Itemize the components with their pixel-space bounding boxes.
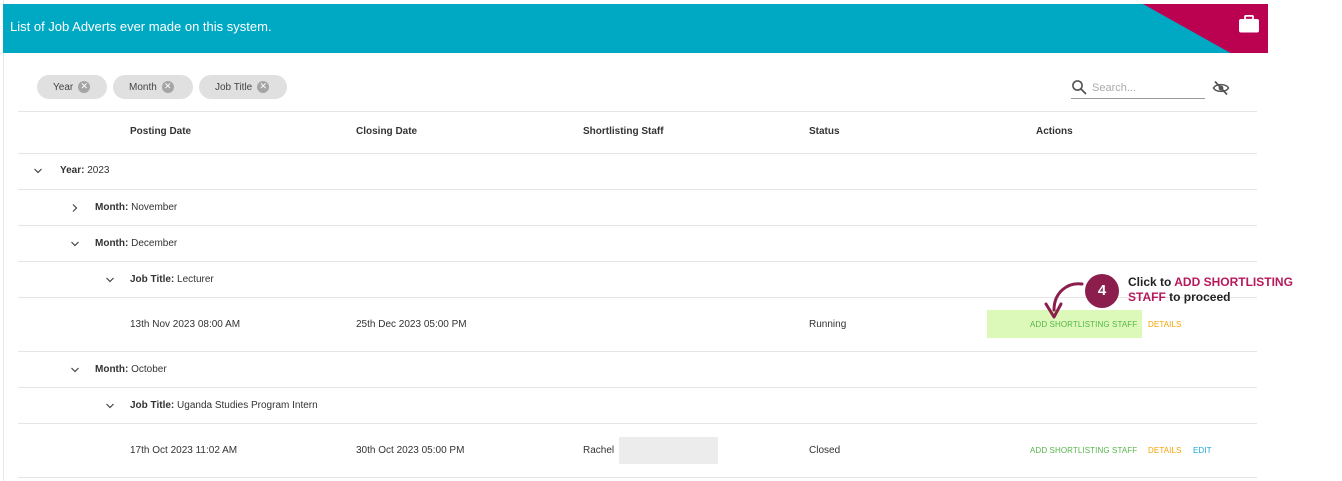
add-shortlisting-staff-button[interactable]: ADD SHORTLISTING STAFF bbox=[1030, 320, 1137, 329]
callout-accent-text: STAFF bbox=[1128, 290, 1166, 304]
filter-chip-job-title[interactable]: Job Title ✕ bbox=[199, 75, 287, 99]
group-label: Month: bbox=[95, 364, 129, 375]
eye-off-icon[interactable] bbox=[1212, 79, 1230, 97]
divider bbox=[18, 423, 1257, 424]
details-button[interactable]: DETAILS bbox=[1148, 446, 1181, 455]
column-header-shortlisting-staff[interactable]: Shortlisting Staff bbox=[583, 126, 664, 137]
posting-date-cell: 17th Oct 2023 11:02 AM bbox=[130, 445, 238, 456]
chevron-down-icon[interactable] bbox=[105, 401, 115, 411]
posting-date-cell: 13th Nov 2023 08:00 AM bbox=[130, 319, 241, 330]
close-icon[interactable]: ✕ bbox=[257, 81, 270, 93]
closing-date-cell: 25th Dec 2023 05:00 PM bbox=[356, 319, 467, 330]
group-row-year[interactable]: Year: 2023 bbox=[60, 165, 110, 176]
divider bbox=[18, 189, 1257, 190]
filter-chip-label: Job Title bbox=[215, 81, 253, 93]
redacted-name bbox=[619, 437, 718, 464]
group-value: October bbox=[131, 364, 167, 375]
divider bbox=[18, 153, 1257, 154]
callout-line-1: Click to ADD SHORTLISTING bbox=[1128, 275, 1293, 290]
group-row-month-october[interactable]: Month: October bbox=[95, 364, 167, 375]
divider bbox=[18, 111, 1257, 112]
divider bbox=[18, 225, 1257, 226]
group-value: Uganda Studies Program Intern bbox=[177, 400, 318, 411]
shortlisting-staff-cell: Rachel bbox=[583, 445, 615, 456]
filter-chip-year[interactable]: Year ✕ bbox=[37, 75, 107, 99]
add-shortlisting-staff-button[interactable]: ADD SHORTLISTING STAFF bbox=[1030, 446, 1137, 455]
group-value: November bbox=[131, 202, 178, 213]
filter-chip-label: Year bbox=[53, 81, 74, 93]
divider bbox=[18, 387, 1257, 388]
left-border bbox=[3, 0, 4, 481]
filter-chip-month[interactable]: Month ✕ bbox=[113, 75, 193, 99]
chevron-down-icon[interactable] bbox=[105, 275, 115, 285]
group-row-job-title-lecturer[interactable]: Job Title: Lecturer bbox=[130, 274, 214, 285]
search-box bbox=[1071, 79, 1205, 99]
column-header-closing-date[interactable]: Closing Date bbox=[356, 126, 417, 137]
chevron-down-icon[interactable] bbox=[33, 166, 43, 176]
chevron-down-icon[interactable] bbox=[70, 239, 80, 249]
column-header-actions: Actions bbox=[1036, 126, 1073, 137]
group-label: Month: bbox=[95, 202, 129, 213]
group-label: Job Title: bbox=[130, 400, 175, 411]
divider bbox=[18, 351, 1257, 352]
curved-arrow-icon bbox=[1044, 282, 1084, 319]
page-title: List of Job Adverts ever made on this sy… bbox=[10, 19, 272, 34]
divider bbox=[18, 261, 1257, 262]
filter-chip-label: Month bbox=[129, 81, 157, 93]
step-badge: 4 bbox=[1085, 274, 1119, 308]
callout-accent-text: ADD SHORTLISTING bbox=[1174, 275, 1293, 289]
group-value: 2023 bbox=[87, 165, 110, 176]
search-input[interactable] bbox=[1092, 79, 1202, 96]
callout-text: to proceed bbox=[1165, 290, 1231, 304]
closing-date-cell: 30th Oct 2023 05:00 PM bbox=[356, 445, 465, 456]
briefcase-icon bbox=[1239, 15, 1259, 33]
divider bbox=[18, 477, 1257, 478]
close-icon[interactable]: ✕ bbox=[78, 81, 91, 93]
group-label: Month: bbox=[95, 238, 129, 249]
group-value: Lecturer bbox=[177, 274, 214, 285]
tutorial-callout: Click to ADD SHORTLISTING STAFF to proce… bbox=[1128, 275, 1293, 305]
status-cell: Closed bbox=[809, 445, 841, 456]
details-button[interactable]: DETAILS bbox=[1148, 320, 1181, 329]
group-value: December bbox=[131, 238, 178, 249]
status-cell: Running bbox=[809, 319, 847, 330]
column-header-posting-date[interactable]: Posting Date bbox=[130, 126, 191, 137]
page-header: List of Job Adverts ever made on this sy… bbox=[3, 4, 1268, 53]
group-label: Year: bbox=[60, 165, 85, 176]
search-icon bbox=[1072, 80, 1087, 95]
group-row-month-november[interactable]: Month: November bbox=[95, 202, 177, 213]
callout-text: Click to bbox=[1128, 275, 1175, 289]
group-row-job-title-intern[interactable]: Job Title: Uganda Studies Program Intern bbox=[130, 400, 318, 411]
group-label: Job Title: bbox=[130, 274, 175, 285]
chevron-down-icon[interactable] bbox=[70, 365, 80, 375]
close-icon[interactable]: ✕ bbox=[161, 81, 174, 93]
group-row-month-december[interactable]: Month: December bbox=[95, 238, 177, 249]
edit-button[interactable]: EDIT bbox=[1193, 446, 1212, 455]
callout-line-2: STAFF to proceed bbox=[1128, 290, 1293, 305]
column-header-status[interactable]: Status bbox=[809, 126, 840, 137]
chevron-right-icon[interactable] bbox=[70, 203, 80, 213]
